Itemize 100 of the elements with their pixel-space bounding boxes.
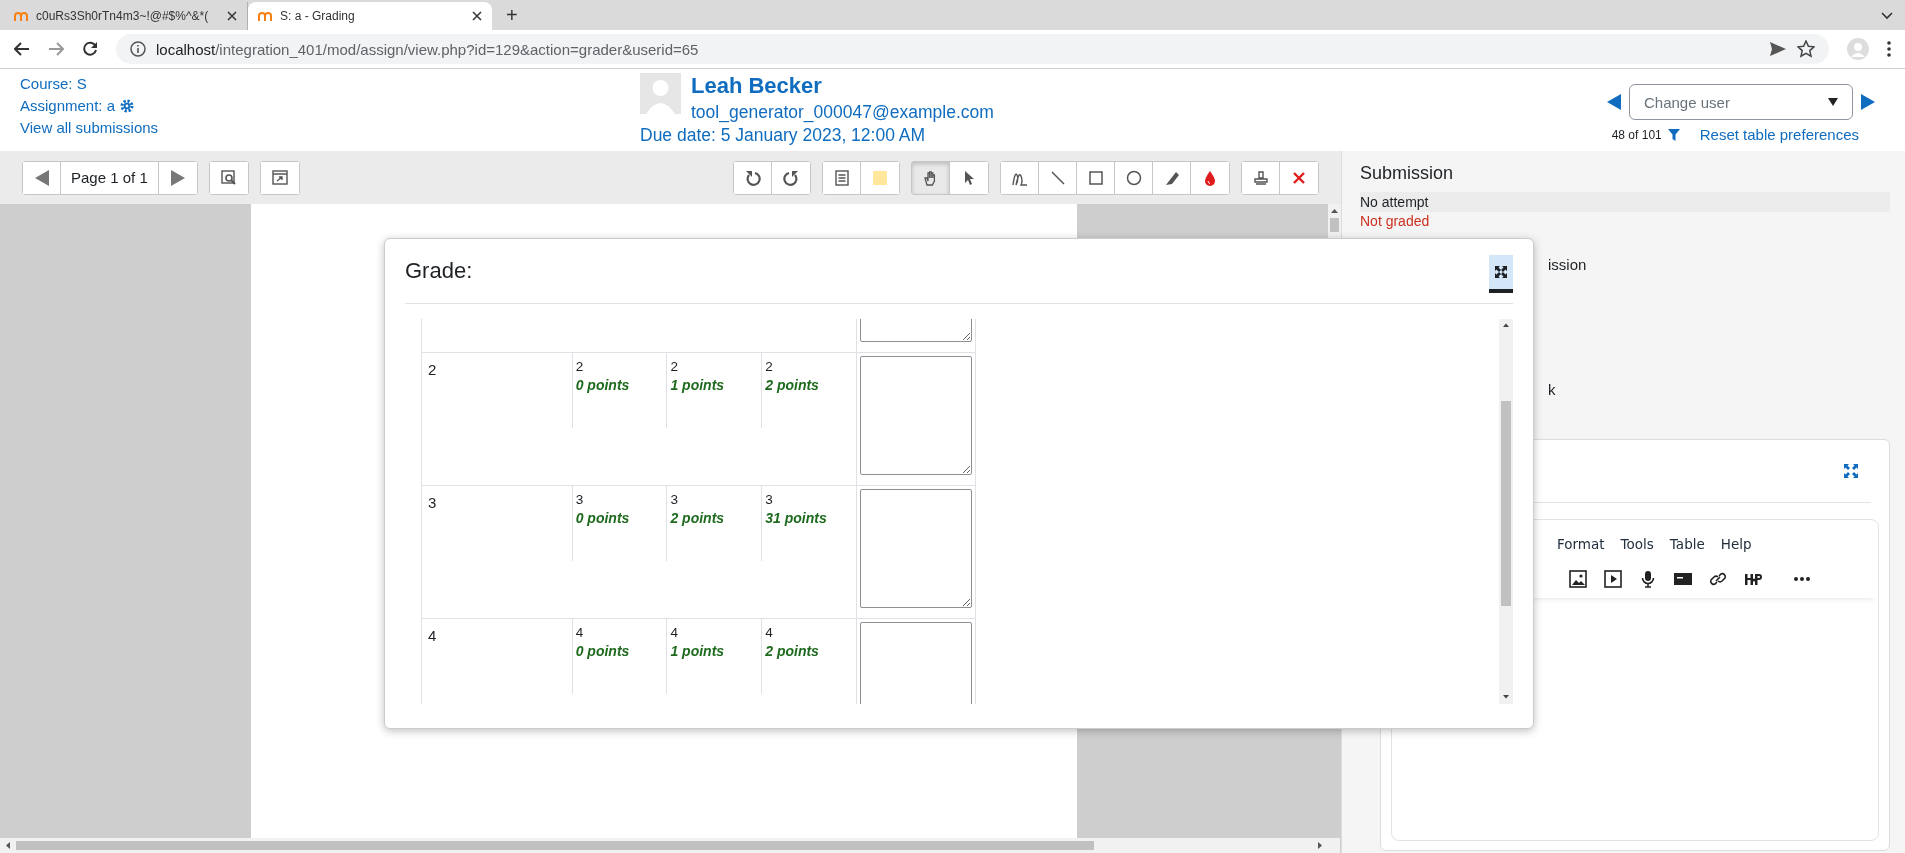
level-score: 4 bbox=[670, 625, 679, 640]
level-cell[interactable]: 4 1 points bbox=[666, 619, 762, 694]
user-name-link[interactable]: Leah Becker bbox=[691, 73, 994, 99]
chevron-down-icon[interactable] bbox=[1881, 12, 1893, 20]
new-tab-button[interactable]: + bbox=[506, 4, 518, 26]
expand-icon bbox=[1494, 265, 1508, 279]
kebab-menu-icon[interactable] bbox=[1887, 41, 1891, 57]
rotate-right-icon bbox=[783, 169, 799, 186]
level-cell[interactable]: 3 2 points bbox=[666, 486, 762, 561]
expand-icon[interactable] bbox=[1843, 463, 1859, 479]
play-icon[interactable] bbox=[1604, 570, 1622, 588]
rectangle-icon bbox=[1087, 169, 1104, 186]
criterion-cell-text: 2 bbox=[427, 360, 438, 380]
level-score: 3 bbox=[765, 492, 774, 507]
remark-field[interactable] bbox=[860, 356, 972, 475]
tab-title: S: a - Grading bbox=[280, 9, 356, 23]
rotate-left-icon bbox=[744, 169, 761, 186]
pen-scribble-tool-button[interactable] bbox=[1001, 161, 1039, 194]
level-score: 3 bbox=[575, 492, 585, 507]
level-cell[interactable]: 2 2 points bbox=[761, 353, 856, 428]
course-link[interactable]: Course: S bbox=[20, 75, 640, 92]
close-icon[interactable] bbox=[227, 11, 237, 21]
level-cell[interactable]: 4 2 points bbox=[761, 619, 856, 694]
remark-field[interactable] bbox=[860, 489, 972, 608]
level-points: 2 points bbox=[670, 510, 726, 526]
level-score: 2 bbox=[765, 359, 774, 374]
level-score: 4 bbox=[575, 625, 585, 640]
reload-icon[interactable] bbox=[82, 41, 98, 57]
moodle-logo-icon bbox=[258, 11, 272, 21]
delete-icon bbox=[1291, 169, 1307, 186]
user-count: 48 of 101 bbox=[1611, 127, 1662, 142]
hand-tool-button[interactable] bbox=[912, 161, 950, 194]
next-user-icon[interactable] bbox=[1861, 94, 1875, 110]
window-tool-button[interactable] bbox=[260, 161, 299, 194]
level-cell[interactable]: 3 31 points bbox=[761, 486, 856, 561]
expand-button[interactable] bbox=[1489, 255, 1513, 293]
left-triangle-icon bbox=[34, 169, 49, 186]
list-tool-button[interactable] bbox=[823, 161, 861, 194]
previous-user-icon[interactable] bbox=[1607, 94, 1621, 110]
editor-menu-item[interactable]: Tools bbox=[1620, 536, 1654, 552]
level-cell[interactable]: 3 0 points bbox=[571, 486, 667, 561]
level-score: 2 bbox=[575, 359, 585, 374]
stamp-tool-button[interactable] bbox=[1242, 161, 1280, 194]
ink-drop-icon bbox=[1202, 169, 1218, 186]
browser-tab[interactable]: S: a - Grading bbox=[248, 2, 492, 30]
submission-status: No attempt bbox=[1360, 192, 1890, 212]
level-points: 31 points bbox=[765, 510, 828, 526]
level-points: 0 points bbox=[575, 377, 631, 393]
vertical-scrollbar[interactable] bbox=[1499, 319, 1513, 704]
back-arrow-icon[interactable] bbox=[14, 42, 30, 56]
line-icon bbox=[1049, 169, 1066, 186]
level-cell[interactable]: 2 1 points bbox=[666, 353, 762, 428]
level-points: 1 points bbox=[670, 643, 726, 659]
level-cell[interactable]: 2 0 points bbox=[571, 353, 667, 428]
moodle-logo-icon bbox=[14, 11, 28, 21]
partial-text: k bbox=[1548, 381, 1557, 398]
editor-menu-item[interactable]: Format bbox=[1557, 536, 1605, 552]
microphone-icon[interactable] bbox=[1639, 570, 1657, 588]
criterion-cell-text: 4 bbox=[427, 626, 438, 646]
circle-icon bbox=[1125, 169, 1142, 186]
avatar-placeholder-icon bbox=[640, 73, 681, 114]
close-icon[interactable] bbox=[472, 11, 482, 21]
level-score: 3 bbox=[670, 492, 679, 507]
editor-menu-item[interactable]: Help bbox=[1720, 536, 1752, 552]
level-cell[interactable]: 4 0 points bbox=[571, 619, 667, 694]
star-icon[interactable] bbox=[1797, 40, 1815, 58]
submission-heading: Submission bbox=[1360, 163, 1455, 184]
window-icon bbox=[271, 169, 288, 186]
criterion-cell-text: 3 bbox=[427, 493, 438, 513]
change-user-select[interactable]: Change user bbox=[1629, 84, 1853, 120]
level-points: 2 points bbox=[765, 643, 820, 659]
level-points: 0 points bbox=[575, 643, 631, 659]
level-points: 2 points bbox=[765, 377, 820, 393]
user-email-link[interactable]: tool_generator_000047@example.com bbox=[691, 102, 994, 123]
partial-text: ission bbox=[1548, 256, 1588, 273]
assignment-link[interactable]: Assignment: a bbox=[20, 97, 116, 114]
send-icon[interactable] bbox=[1769, 41, 1787, 57]
horizontal-scrollbar[interactable] bbox=[0, 838, 1340, 853]
rotate-left-tool-button[interactable] bbox=[734, 161, 772, 194]
view-all-submissions-link[interactable]: View all submissions bbox=[20, 119, 640, 136]
level-score: 2 bbox=[670, 359, 679, 374]
address-bar[interactable]: localhost/integration_401/mod/assign/view.php?id=129&action=grader&userid=65 bbox=[116, 34, 1829, 64]
info-icon[interactable] bbox=[130, 41, 146, 57]
tab-title: c0uRs3Sh0rTn4m3~!@#$%^&*( bbox=[36, 9, 210, 23]
previous-page-button[interactable] bbox=[23, 161, 61, 194]
highlighter-icon bbox=[1163, 169, 1180, 186]
search-tool-button[interactable] bbox=[209, 161, 248, 194]
search-icon bbox=[220, 169, 237, 186]
filter-icon[interactable] bbox=[1667, 128, 1680, 141]
link-icon[interactable] bbox=[1709, 570, 1727, 588]
grading-status: Not graded bbox=[1360, 213, 1431, 229]
forward-arrow-icon[interactable] bbox=[48, 42, 64, 56]
right-triangle-icon bbox=[170, 169, 185, 186]
editor-menu-item[interactable]: Table bbox=[1669, 536, 1705, 552]
image-icon[interactable] bbox=[1569, 570, 1587, 588]
reset-table-preferences-link[interactable]: Reset table preferences bbox=[1699, 126, 1859, 143]
level-points: 0 points bbox=[575, 510, 631, 526]
dialog-title: Grade: bbox=[405, 258, 473, 284]
url-text: localhost/integration_401/mod/assign/view.php?id=129&action=grader&userid=65 bbox=[156, 40, 699, 58]
gear-icon[interactable] bbox=[120, 98, 135, 113]
